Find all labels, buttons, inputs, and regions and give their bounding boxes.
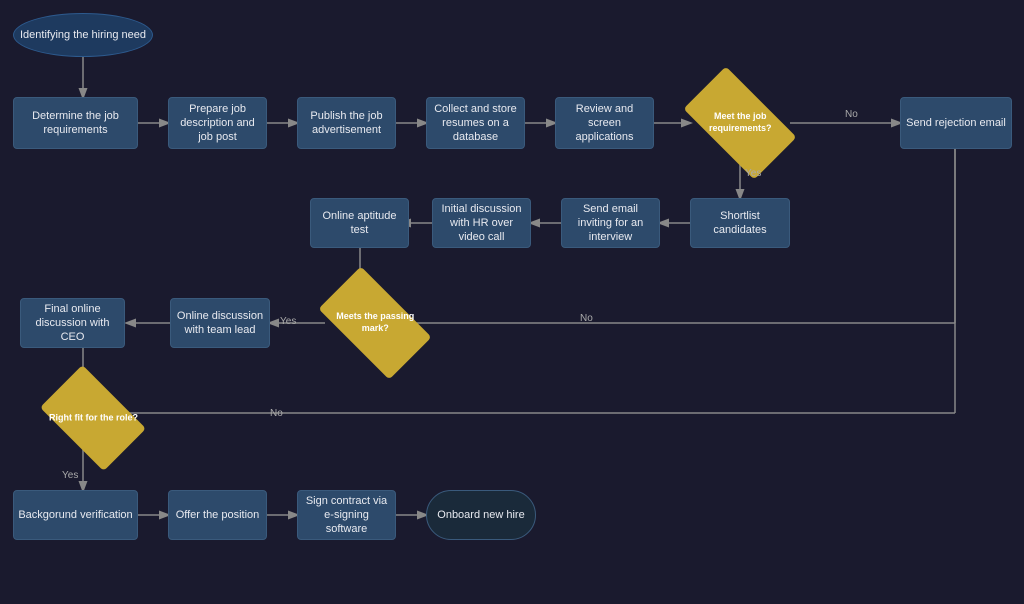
- node-right-fit: Right fit for the role?: [40, 365, 146, 471]
- node-prepare: Prepare job description and job post: [168, 97, 267, 149]
- node-meets-diamond: Meets the passing mark?: [318, 266, 431, 379]
- label-yes-meets: Yes: [280, 316, 296, 327]
- node-send-rejection: Send rejection email: [900, 97, 1012, 149]
- node-determine: Determine the job requirements: [13, 97, 138, 149]
- node-offer: Offer the position: [168, 490, 267, 540]
- node-initial-discuss: Initial discussion with HR over video ca…: [432, 198, 531, 248]
- label-no-meet: No: [845, 109, 858, 120]
- node-online-apt: Online aptitude test: [310, 198, 409, 248]
- flowchart: Identifying the hiring need Determine th…: [0, 0, 1024, 604]
- node-onboard: Onboard new hire: [426, 490, 536, 540]
- node-sign: Sign contract via e-signing software: [297, 490, 396, 540]
- node-meet-diamond: Meet the job requirements?: [683, 66, 796, 179]
- node-send-invite: Send email inviting for an interview: [561, 198, 660, 248]
- label-no-right: No: [270, 408, 283, 419]
- label-no-meets: No: [580, 313, 593, 324]
- node-review: Review and screen applications: [555, 97, 654, 149]
- node-collect: Collect and store resumes on a database: [426, 97, 525, 149]
- node-shortlist: Shortlist candidates: [690, 198, 790, 248]
- node-online-team: Online discussion with team lead: [170, 298, 270, 348]
- node-identifying: Identifying the hiring need: [13, 13, 153, 57]
- node-publish: Publish the job advertisement: [297, 97, 396, 149]
- label-yes-right: Yes: [62, 470, 78, 481]
- label-yes-meet: Yes: [745, 168, 761, 179]
- node-background: Backgorund verification: [13, 490, 138, 540]
- node-final-ceo: Final online discussion with CEO: [20, 298, 125, 348]
